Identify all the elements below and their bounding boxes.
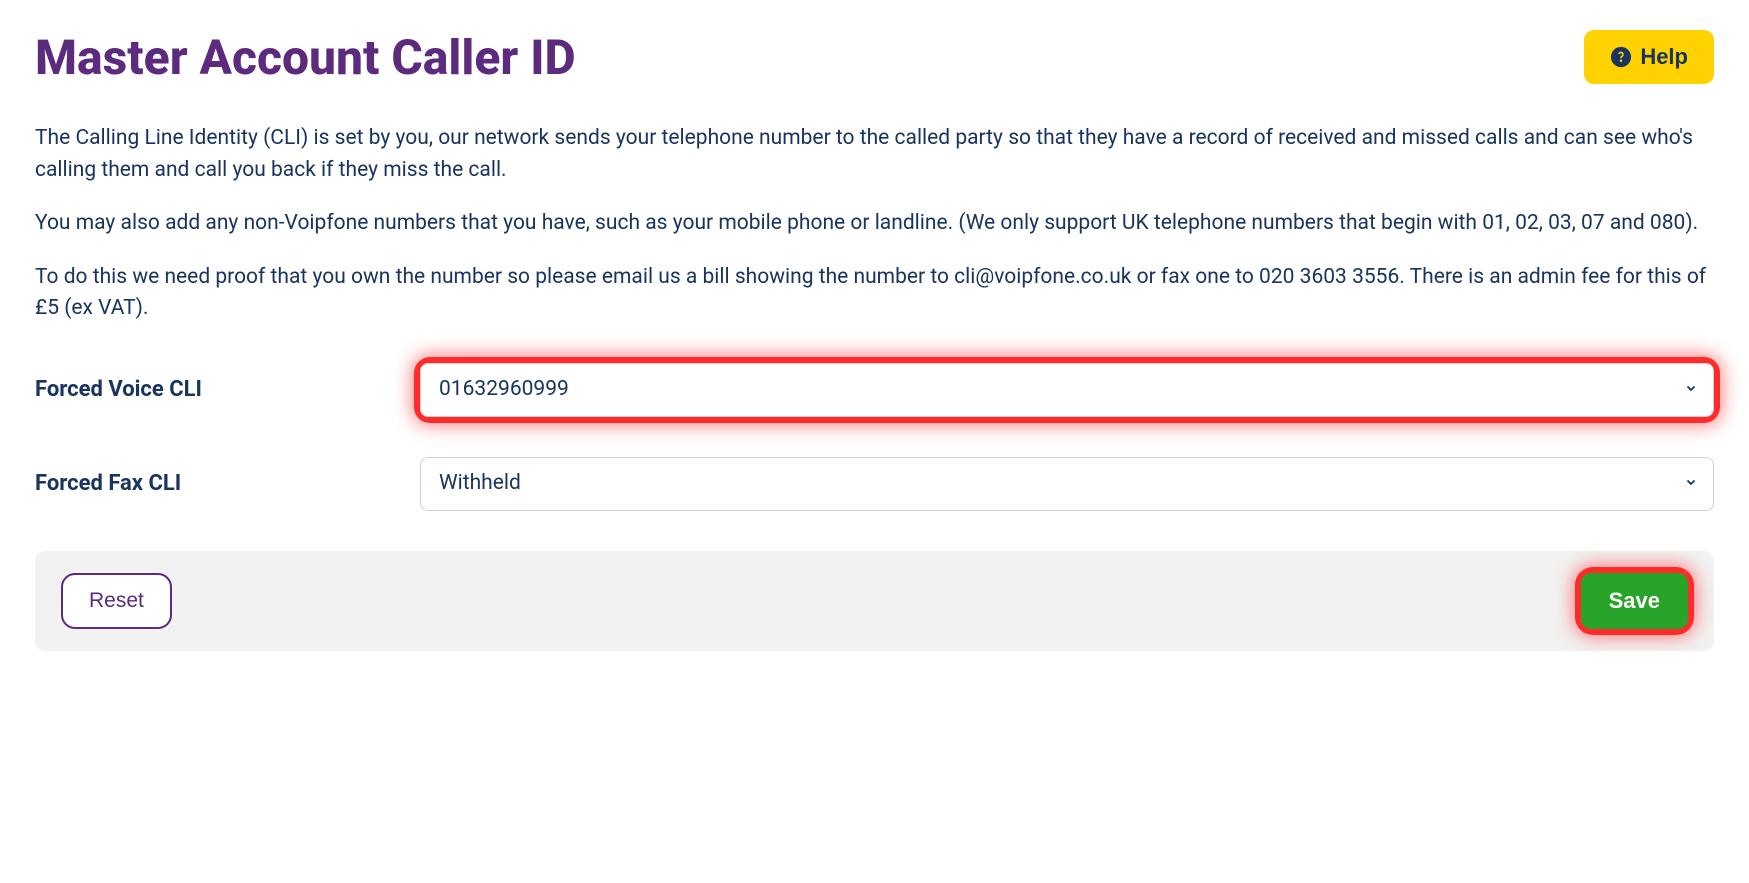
reset-button[interactable]: Reset [61, 573, 172, 629]
help-button-label: Help [1640, 44, 1688, 70]
forced-fax-cli-select[interactable]: Withheld [420, 457, 1714, 511]
forced-voice-cli-value: 01632960999 [439, 374, 569, 406]
description-paragraph-3: To do this we need proof that you own th… [35, 262, 1714, 325]
forced-voice-cli-label: Forced Voice CLI [35, 373, 420, 406]
description-paragraph-2: You may also add any non-Voipfone number… [35, 208, 1714, 240]
save-button[interactable]: Save [1581, 573, 1688, 629]
description-block: The Calling Line Identity (CLI) is set b… [35, 123, 1714, 325]
forced-fax-cli-value: Withheld [439, 468, 521, 500]
forced-voice-cli-select[interactable]: 01632960999 [420, 363, 1714, 417]
description-paragraph-1: The Calling Line Identity (CLI) is set b… [35, 123, 1714, 186]
action-bar: Reset Save [35, 551, 1714, 651]
page-title: Master Account Caller ID [35, 30, 576, 85]
question-circle-icon [1610, 46, 1632, 68]
forced-fax-cli-label: Forced Fax CLI [35, 467, 420, 500]
help-button[interactable]: Help [1584, 30, 1714, 84]
